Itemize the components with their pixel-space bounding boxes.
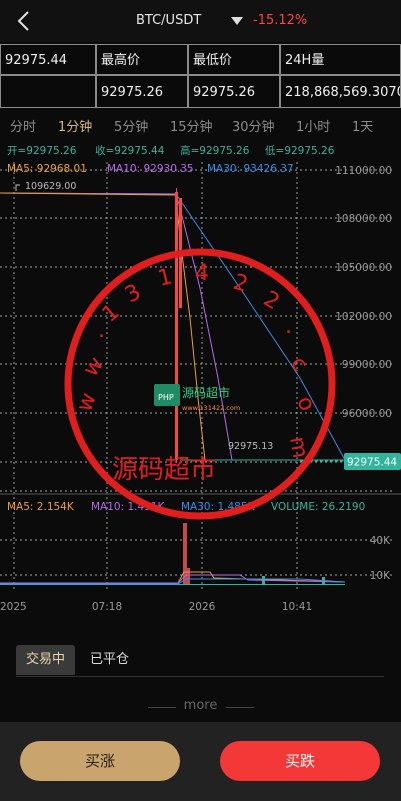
price-tick: 108000.00 [335, 213, 392, 225]
tab-closed[interactable]: 已平仓 [80, 645, 139, 675]
watermark-badge-main: 源码超市 [182, 385, 230, 400]
svg-text:1: 1 [155, 264, 175, 292]
time-tick: 2026 [189, 601, 216, 613]
volume-tick: 40K [370, 535, 391, 547]
max-marker-icon [15, 184, 20, 191]
volume-value: 218,868,569.3070 [280, 75, 401, 108]
buy-up-button[interactable]: 买涨 [20, 741, 180, 781]
empty-cell [0, 75, 96, 108]
ohlc-open: 开=92975.26 [7, 145, 77, 157]
svg-text:4: 4 [195, 261, 209, 286]
timeframe-tabs: 分时 1分钟 5分钟 15分钟 30分钟 1小时 1天 [0, 112, 401, 138]
low-label: 最低价 [188, 44, 280, 75]
price-change: -15.12% [253, 13, 308, 28]
ohlc-low: 低=92975.26 [265, 144, 335, 157]
time-tick: 2025 [0, 601, 27, 613]
time-tick: 07:18 [92, 601, 122, 613]
order-tabs: 交易中 已平仓 [16, 645, 384, 677]
more-link[interactable]: more [0, 698, 401, 713]
volume-legend: VOLUME: 26.2190 [271, 501, 365, 513]
market-stats: 92975.44 最高价 最低价 24H量 92975.26 92975.26 … [0, 44, 401, 108]
svg-text:.: . [98, 318, 105, 343]
tab-1day[interactable]: 1天 [352, 116, 373, 135]
tab-30min[interactable]: 30分钟 [232, 116, 275, 135]
price-tick: 105000.00 [335, 262, 392, 274]
ma10-legend: MA10: 92930.35 [107, 163, 194, 175]
pair-title[interactable]: BTC/USDT [136, 13, 201, 28]
min-price-marker: 92975.13 [228, 441, 273, 452]
tab-1hour[interactable]: 1小时 [296, 116, 330, 135]
svg-text:c: c [285, 352, 312, 376]
high-value: 92975.26 [96, 75, 188, 108]
dropdown-caret-icon[interactable] [231, 17, 243, 25]
low-value: 92975.26 [188, 75, 280, 108]
kline-chart[interactable]: 开=92975.26 收=92975.44 高=92975.26 低=92975… [0, 138, 401, 618]
svg-text:w: w [72, 390, 102, 415]
svg-text:m: m [284, 435, 312, 460]
action-bar: 买涨 买跌 [0, 722, 401, 801]
svg-text:3: 3 [121, 280, 145, 309]
time-tick: 10:41 [282, 601, 312, 613]
ma10-line [0, 192, 233, 461]
ma5-legend: MA5: 92968.01 [7, 163, 87, 175]
watermark-seal: w w . 1 3 1 4 2 2 . c o m 源码超市 PHP 源码超市 … [64, 248, 336, 520]
watermark-php: PHP [158, 393, 174, 402]
volume-tick: 10K [370, 570, 391, 582]
watermark-badge-sub: www.131422.com [182, 404, 240, 412]
more-divider-right [226, 707, 254, 708]
watermark-name: 源码超市 [112, 455, 216, 485]
ma30-legend: MA30: 93426.37 [207, 163, 294, 175]
tab-timeshare[interactable]: 分时 [10, 116, 36, 135]
ma30-line [0, 192, 346, 461]
svg-text:.: . [285, 314, 292, 339]
volume-bar [187, 568, 190, 585]
vol-ma5-legend: MA5: 2.154K [7, 501, 75, 513]
tab-1min[interactable]: 1分钟 [58, 116, 92, 135]
price-tick: 96000.00 [342, 408, 392, 420]
price-tick: 111000.00 [335, 165, 392, 177]
max-price-marker: 109629.00 [25, 181, 76, 192]
volume-label: 24H量 [280, 44, 401, 75]
last-price: 92975.44 [0, 44, 96, 75]
high-label: 最高价 [96, 44, 188, 75]
tab-trading[interactable]: 交易中 [16, 645, 76, 675]
ohlc-close: 收=92975.44 [95, 144, 165, 157]
back-arrow-icon[interactable] [14, 10, 34, 32]
top-bar: BTC/USDT -15.12% [0, 0, 401, 42]
svg-text:2: 2 [259, 287, 284, 316]
svg-text:2: 2 [230, 270, 250, 298]
svg-text:w: w [78, 352, 109, 381]
svg-text:o: o [291, 393, 319, 415]
ohlc-high: 高=92975.26 [180, 144, 250, 157]
current-price-text: 92975.44 [347, 457, 397, 469]
tab-5min[interactable]: 5分钟 [114, 116, 148, 135]
buy-down-button[interactable]: 买跌 [220, 741, 380, 781]
price-tick: 99000.00 [342, 359, 392, 371]
price-tick: 102000.00 [335, 311, 392, 323]
price-axis: 111000.00 108000.00 105000.00 102000.00 … [335, 165, 392, 420]
tab-15min[interactable]: 15分钟 [170, 116, 213, 135]
